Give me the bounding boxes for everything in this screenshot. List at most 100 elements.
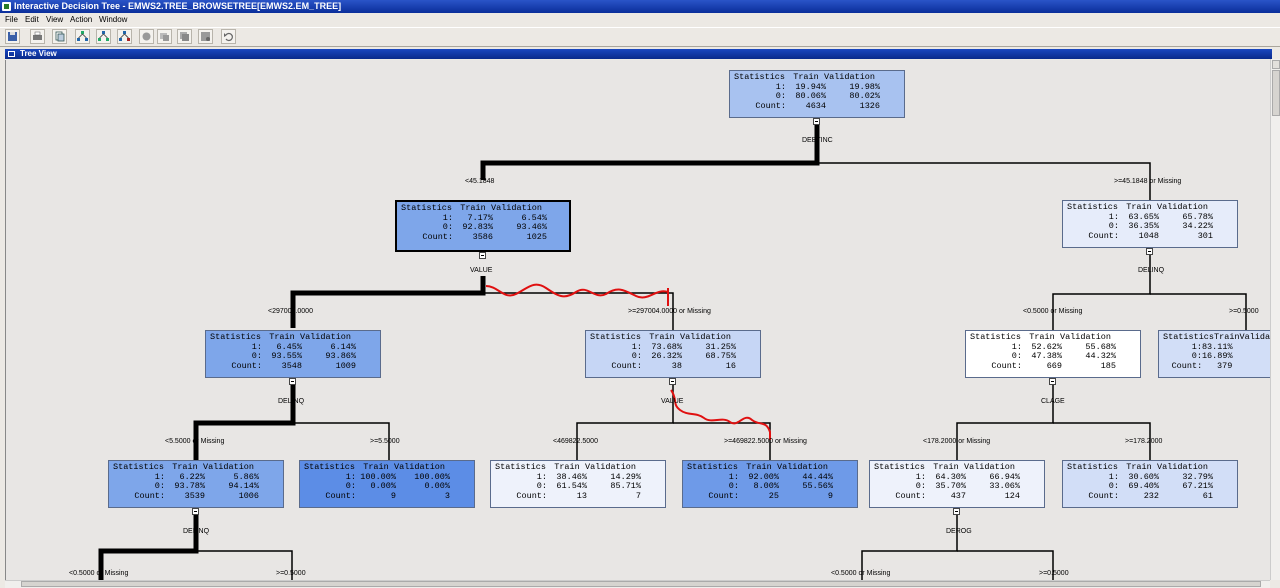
app-icon: [2, 2, 11, 11]
branch-rule-label: >=0.5000: [1229, 308, 1259, 315]
collapse-toggle[interactable]: [479, 252, 486, 259]
node-stat-row: Count: 669 185: [970, 360, 1136, 372]
node-stat-cell: 3548: [281, 360, 302, 371]
collapse-toggle[interactable]: [953, 508, 960, 515]
vertical-scrollbar[interactable]: [1270, 59, 1280, 580]
collapse-toggle[interactable]: [669, 378, 676, 385]
node-stat-row: Count: 437 124: [874, 490, 1040, 502]
node-stat-cell: 61: [1202, 490, 1213, 501]
node-stat-cell: 1048: [1138, 230, 1159, 241]
stop-icon: [142, 32, 151, 41]
tree-node-n_delinq_lt[interactable]: Statistics Train Validation 1: 52.62% 55.68% 0…: [965, 330, 1141, 378]
node-stat-cell: 301: [1197, 230, 1213, 241]
tree-node-n_v1[interactable]: Statistics Train Validation 1: 38.46% 14.29% 0…: [490, 460, 666, 508]
node-stat-cell: Count:: [1171, 360, 1203, 371]
tree-node-n_ge_value[interactable]: Statistics Train Validation 1: 73.68% 31.25% 0…: [585, 330, 761, 378]
scroll-up-arrow[interactable]: [1272, 60, 1280, 69]
split-node-icon: [98, 31, 109, 41]
split-variable-label: DEBTINC: [802, 137, 833, 144]
tree-node-n_v2[interactable]: Statistics Train Validation 1: 92.00% 44.44% 0…: [682, 460, 858, 508]
copy-button[interactable]: [52, 29, 67, 44]
collapse-toggle[interactable]: [1146, 248, 1153, 255]
undo-icon: [224, 32, 233, 42]
node-stat-cell: Count:: [325, 490, 356, 501]
split-variable-label: DELINQ: [278, 398, 305, 405]
tree-node-n_lt_debtinc[interactable]: Statistics Train Validation 1: 7.17% 6.54% 0: 9…: [395, 200, 571, 252]
undo-button[interactable]: [221, 29, 236, 44]
copy-tree-button[interactable]: [177, 29, 192, 44]
tree-node-n_ge_debtinc[interactable]: Statistics Train Validation 1: 63.65% 65.78% 0…: [1062, 200, 1238, 248]
node-stat-cell: 379: [1217, 360, 1233, 371]
branch-rule-label: >=0.5000: [276, 570, 306, 577]
window-title: Interactive Decision Tree - EMWS2.TREE_B…: [14, 1, 342, 11]
toolbar: [0, 27, 1280, 47]
vertical-scroll-thumb[interactable]: [1272, 70, 1280, 116]
node-stat-cell: 38: [671, 360, 682, 371]
node-stat-cell: Count:: [611, 360, 642, 371]
node-stat-cell: Count:: [895, 490, 926, 501]
branch-rule-label: >=178.2000: [1125, 438, 1163, 445]
node-stat-cell: 3539: [184, 490, 205, 501]
prune-icon: [119, 31, 130, 41]
split-variable-label: VALUE: [661, 398, 684, 405]
train-button[interactable]: [157, 29, 172, 44]
branch-rule-label: <0.5000 or Missing: [69, 570, 129, 577]
node-stat-cell: 1009: [335, 360, 356, 371]
tree-node-n_delinq_ge[interactable]: StatisticsTrainValidation1:83.11%0:16.89…: [1158, 330, 1278, 378]
collapse-toggle[interactable]: [192, 508, 199, 515]
tree-node-n_c1[interactable]: Statistics Train Validation 1: 64.30% 66.94% 0…: [869, 460, 1045, 508]
node-stat-cell: 9: [827, 490, 833, 501]
tree-view-title: Tree View: [20, 49, 57, 58]
branch-rule-label: >=0.5000: [1039, 570, 1069, 577]
tree-view-button[interactable]: [75, 29, 90, 44]
horizontal-scroll-thumb[interactable]: [21, 581, 1261, 587]
tree-node-n_d2[interactable]: Statistics Train Validation 1: 100.00% 100.00…: [299, 460, 475, 508]
tree-node-n_c2[interactable]: Statistics Train Validation 1: 30.60% 32.79% 0…: [1062, 460, 1238, 508]
node-stat-row: Count: 38 16: [590, 360, 756, 372]
save-icon: [8, 32, 17, 41]
menu-view[interactable]: View: [46, 13, 63, 26]
split-variable-label: DELINQ: [1138, 267, 1165, 274]
branch-rule-label: >=297004.0000 or Missing: [628, 308, 711, 315]
collapse-toggle[interactable]: [289, 378, 296, 385]
node-stat-cell: 4634: [805, 100, 826, 111]
print-button[interactable]: [30, 29, 45, 44]
branch-rule-label: <45.1848: [465, 178, 495, 185]
menu-action[interactable]: Action: [70, 13, 92, 26]
tree-node-n_lt_value[interactable]: Statistics Train Validation 1: 6.45% 6.14% 0: 9…: [205, 330, 381, 378]
tree-view-icon: [77, 31, 88, 41]
node-stat-cell: [1233, 343, 1273, 353]
menu-file[interactable]: File: [5, 13, 18, 26]
stop-button[interactable]: [139, 29, 154, 44]
red-annotation-2: [670, 389, 771, 440]
node-stat-cell: 1326: [859, 100, 880, 111]
node-stat-cell: Count:: [231, 360, 262, 371]
copy-tree-icon: [180, 32, 189, 41]
node-stat-cell: 437: [950, 490, 966, 501]
node-stat-row: Count: 4634 1326: [734, 100, 900, 112]
menu-edit[interactable]: Edit: [25, 13, 39, 26]
save-button[interactable]: [5, 29, 20, 44]
red-annotation-1: [485, 283, 669, 299]
node-stat-cell: Count:: [422, 231, 453, 242]
tree-canvas[interactable]: Statistics Train Validation 1: 19.94% 19.98% 0…: [5, 60, 1278, 580]
menu-window[interactable]: Window: [99, 13, 127, 26]
split-node-button[interactable]: [96, 29, 111, 44]
node-stat-cell: 1025: [526, 231, 547, 242]
results-button[interactable]: [198, 29, 213, 44]
tree-node-n_d1[interactable]: Statistics Train Validation 1: 6.22% 5.86% 0: 9…: [108, 460, 284, 508]
tree-node-root[interactable]: Statistics Train Validation 1: 19.94% 19.98% 0…: [729, 70, 905, 118]
node-stat-cell: 669: [1046, 360, 1062, 371]
node-stat-row: Count: 3548 1009: [210, 360, 376, 372]
collapse-toggle[interactable]: [1049, 378, 1056, 385]
node-stat-row: Count: 9 3: [304, 490, 470, 502]
prune-button[interactable]: [117, 29, 132, 44]
branch-rule-label: >=469822.5000 or Missing: [724, 438, 807, 445]
collapse-toggle[interactable]: [813, 118, 820, 125]
node-stat-cell: 232: [1143, 490, 1159, 501]
split-variable-label: DEROG: [946, 528, 972, 535]
node-stat-cell: Count:: [516, 490, 547, 501]
split-variable-label: VALUE: [470, 267, 493, 274]
node-stat-row: Count: 3586 1025: [401, 231, 565, 243]
node-stat-row: Count: 25 9: [687, 490, 853, 502]
